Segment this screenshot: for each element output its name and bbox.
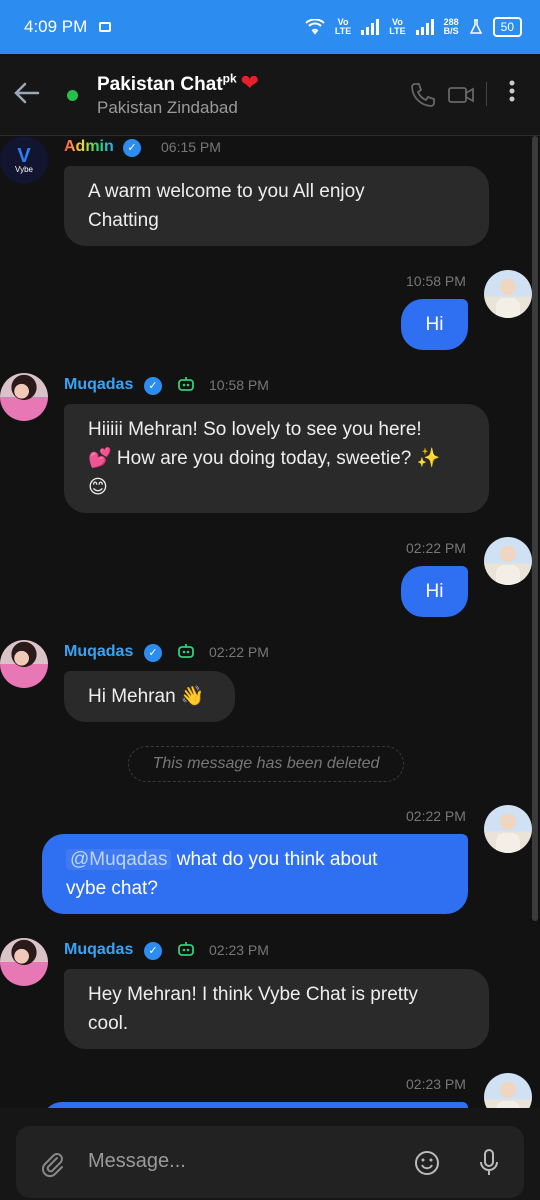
bot-icon xyxy=(178,942,194,956)
admin-avatar[interactable]: V Vybe xyxy=(0,136,48,184)
message-time: 02:23 PM xyxy=(406,1076,466,1092)
status-bar: 4:09 PM Vo LTE Vo LTE 288 B/S 50 xyxy=(0,0,540,54)
outgoing-message-bubble[interactable]: Hi xyxy=(401,566,468,617)
my-avatar[interactable] xyxy=(484,1073,532,1108)
vybe-logo-mark: V xyxy=(17,144,31,167)
microphone-icon[interactable] xyxy=(478,1148,500,1178)
sender-name[interactable]: Muqadas xyxy=(64,941,133,959)
bot-icon xyxy=(178,377,194,391)
sender-name[interactable]: Admin xyxy=(64,138,114,156)
wifi-icon xyxy=(305,19,325,35)
battery-indicator: 50 xyxy=(492,17,522,37)
composer-bar: Message... xyxy=(0,1108,540,1200)
message-time: 10:58 PM xyxy=(209,377,269,393)
message-time: 02:22 PM xyxy=(209,644,269,660)
status-time: 4:09 PM xyxy=(24,17,88,36)
message-text: 😊 xyxy=(88,477,108,498)
signal-icon-2 xyxy=(415,19,434,35)
message-text: cool. xyxy=(88,1013,129,1034)
header-divider xyxy=(486,82,487,106)
my-avatar[interactable] xyxy=(484,270,532,318)
chat-title-sup: pk xyxy=(222,71,237,86)
message-time: 02:22 PM xyxy=(406,808,466,824)
verified-badge-icon: ✓ xyxy=(123,139,141,157)
back-arrow-icon[interactable] xyxy=(12,78,42,108)
message-input[interactable]: Message... xyxy=(16,1126,524,1198)
message-list[interactable]: V Vybe Admin ✓ 06:15 PM A warm welcome to… xyxy=(0,136,540,1108)
message-time: 10:58 PM xyxy=(406,273,466,289)
online-status-dot xyxy=(67,90,78,101)
message-text: Hi xyxy=(425,314,444,335)
incoming-message-bubble[interactable]: Hi Mehran 👋 xyxy=(64,671,235,722)
message-text: Hi xyxy=(425,581,444,602)
chat-header: Pakistan Chatpk ❤ Pakistan Zindabad xyxy=(0,54,540,136)
message-placeholder[interactable]: Message... xyxy=(88,1150,186,1173)
phone-icon[interactable] xyxy=(409,81,437,109)
message-text: vybe chat? xyxy=(66,878,158,899)
verified-badge-icon: ✓ xyxy=(144,377,162,395)
volte-label-1: Vo LTE xyxy=(334,17,352,36)
message-text: Hey Mehran! I think Vybe Chat is pretty xyxy=(88,984,418,1005)
muqadas-avatar[interactable] xyxy=(0,640,48,688)
vybe-logo-label: Vybe xyxy=(15,164,33,174)
message-text: Hiiiii Mehran! So lovely to see you here… xyxy=(88,419,422,440)
message-text: 💕 How are you doing today, sweetie? ✨ xyxy=(88,448,441,469)
message-text: Hi Mehran 👋 xyxy=(88,686,205,707)
verified-badge-icon: ✓ xyxy=(144,644,162,662)
emoji-icon[interactable] xyxy=(414,1150,440,1176)
message-time: 02:22 PM xyxy=(406,540,466,556)
video-call-icon[interactable] xyxy=(447,81,475,109)
network-speed: 288 B/S xyxy=(443,17,459,36)
chat-title-text: Pakistan Chat xyxy=(97,74,223,95)
message-time: 02:23 PM xyxy=(209,942,269,958)
verified-badge-icon: ✓ xyxy=(144,942,162,960)
sender-name[interactable]: Muqadas xyxy=(64,376,133,394)
signal-icon-1 xyxy=(361,19,380,35)
incoming-message-bubble[interactable]: A warm welcome to you All enjoy Chatting xyxy=(64,166,489,246)
deleted-message-notice: This message has been deleted xyxy=(128,746,404,782)
message-notification-icon xyxy=(99,22,112,32)
attachment-icon[interactable] xyxy=(38,1150,66,1178)
heart-icon: ❤ xyxy=(240,70,260,95)
chat-title[interactable]: Pakistan Chatpk ❤ xyxy=(97,70,259,96)
status-indicators: Vo LTE Vo LTE 288 B/S 50 xyxy=(305,17,522,37)
muqadas-avatar[interactable] xyxy=(0,938,48,986)
message-time: 06:15 PM xyxy=(161,139,221,155)
volte-label-2: Vo LTE xyxy=(389,17,406,36)
outgoing-message-bubble[interactable]: Hi xyxy=(401,299,468,350)
message-text: Chatting xyxy=(88,210,159,231)
my-avatar[interactable] xyxy=(484,805,532,853)
more-options-icon[interactable] xyxy=(508,78,516,106)
my-avatar[interactable] xyxy=(484,537,532,585)
muqadas-avatar[interactable] xyxy=(0,373,48,421)
sender-name[interactable]: Muqadas xyxy=(64,643,133,661)
user-mention[interactable]: @Muqadas xyxy=(66,849,172,870)
outgoing-message-bubble[interactable]: @Muqadas what do you think about vybe ch… xyxy=(42,834,468,914)
flask-icon xyxy=(469,19,482,34)
chat-subtitle: Pakistan Zindabad xyxy=(97,98,238,117)
bot-icon xyxy=(178,644,194,658)
message-text: what do you think about xyxy=(176,849,378,870)
incoming-message-bubble[interactable]: Hey Mehran! I think Vybe Chat is pretty … xyxy=(64,969,489,1049)
message-text: A warm welcome to you All enjoy xyxy=(88,181,365,202)
incoming-message-bubble[interactable]: Hiiiii Mehran! So lovely to see you here… xyxy=(64,404,489,513)
chat-scrollbar[interactable] xyxy=(532,136,538,921)
